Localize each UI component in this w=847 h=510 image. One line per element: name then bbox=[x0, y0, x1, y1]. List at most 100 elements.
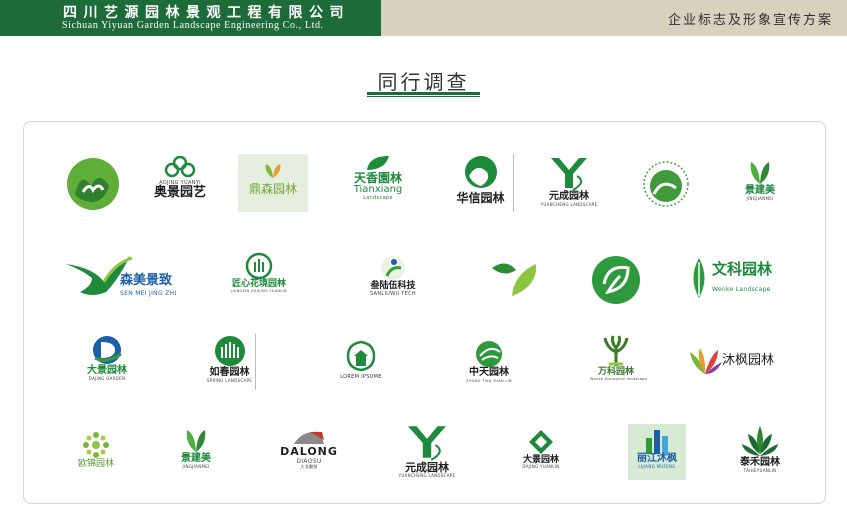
jingjianmei-2-en: JINGJIANMEI bbox=[182, 463, 210, 469]
rujing-name: 如春园林 bbox=[209, 367, 250, 378]
taihe-en: TAIHEYUANLIN bbox=[743, 467, 777, 473]
yuancheng-y-icon bbox=[551, 158, 587, 191]
logo-mufeng: 沐枫园林 bbox=[688, 344, 778, 384]
company-name-cn: 四川艺源园林景观工程有限公司 bbox=[63, 5, 350, 21]
company-name-en: Sichuan Yiyuan Garden Landscape Engineer… bbox=[62, 20, 324, 31]
jiangxin-circle-icon bbox=[245, 252, 273, 280]
logo-lijiang: 丽江沐枫 LIJIANG MUFENG bbox=[628, 424, 686, 480]
yuancheng-2-y-icon bbox=[408, 426, 446, 461]
wenke-en: Wenke Landscape bbox=[712, 286, 771, 293]
taihe-lotus-icon bbox=[742, 426, 778, 456]
yuancheng-en: YUANCHENG LANDSCAPE bbox=[540, 201, 598, 207]
logo-g-leaf bbox=[590, 254, 642, 306]
logo-yuancheng: 元成园林 YUANCHENG LANDSCAPE bbox=[534, 154, 604, 212]
logo-senmei: 森美景致 SEN MEI JING ZHI bbox=[64, 252, 194, 304]
rujing-emblem-icon bbox=[214, 336, 245, 366]
tianxiang-leaf-icon bbox=[367, 156, 389, 170]
logo-yuancheng-2: 元成园林 YUANCHENG LANDSCAPE bbox=[392, 422, 462, 482]
wanke-en: Wanke Ecological landscape bbox=[590, 377, 648, 382]
swirl-m-mark-icon bbox=[67, 158, 119, 210]
sanluwu-name: 叁陆伍科技 bbox=[370, 281, 416, 291]
jiangxin-en: JIANGXIN HUAJING YUANLIN bbox=[231, 289, 287, 294]
logo-taihe: 泰禾园林 TAIHEYUANLIN bbox=[734, 424, 786, 480]
jingjianmei-name: 景建美 bbox=[745, 185, 775, 196]
huaxin-name: 华信园林 bbox=[456, 191, 505, 205]
dajing-en: DAJING GARDEN bbox=[88, 375, 126, 381]
lorem-house-tree-icon bbox=[346, 340, 376, 372]
logo-swirl-m bbox=[65, 156, 121, 212]
mufeng-name: 沐枫园林 bbox=[722, 353, 775, 368]
jingjianmei-en: JINGJIANMEI bbox=[746, 195, 774, 201]
dajing-name: 大景园林 bbox=[87, 365, 127, 376]
lijiang-buildings-icon bbox=[646, 430, 668, 454]
dalong-name: DALONG bbox=[280, 445, 338, 458]
lorem-name: LOREM IPSUME bbox=[340, 374, 382, 380]
aojing-name: 奥景园艺 bbox=[153, 185, 206, 200]
tianxiang-en2: Landscape bbox=[363, 195, 393, 202]
yuancheng-name: 元成园林 bbox=[549, 191, 589, 202]
senmei-en: SEN MEI JING ZHI bbox=[120, 290, 177, 297]
oujin-name: 欧锦园林 bbox=[77, 459, 114, 469]
huaxin-globe-icon bbox=[464, 156, 497, 188]
logo-tianxiang: 天香園林 Tianxiang Landscape bbox=[342, 154, 414, 212]
jingjianmei-2-leaf-icon bbox=[186, 430, 206, 452]
wanke-tree-icon bbox=[603, 335, 629, 366]
section-title: 同行调查 bbox=[377, 70, 470, 94]
title-underline-thin bbox=[367, 96, 480, 97]
logo-leaf-pair bbox=[486, 256, 542, 302]
logo-huaxin: 华信园林 bbox=[448, 154, 514, 212]
title-underline bbox=[367, 92, 480, 95]
logo-dajing: 大景园林 DAJING GARDEN bbox=[76, 334, 138, 390]
zhongtian-name: 中天园林 bbox=[469, 367, 509, 378]
dajing-2-diamond-icon bbox=[529, 430, 553, 454]
tianxiang-en: Tianxiang bbox=[353, 183, 403, 195]
logo-dajing-2: 大景园林 DAJING YUANLIN bbox=[516, 428, 566, 476]
logo-jiangxin: 匠心花境园林 JIANGXIN HUAJING YUANLIN bbox=[228, 252, 290, 304]
dingsen-leaf-icon bbox=[265, 164, 281, 178]
logo-jingjianmei-2: 景建美 JINGJIANMEI bbox=[174, 426, 218, 476]
yuancheng-2-name: 元成园林 bbox=[405, 461, 449, 474]
wenke-name: 文科园林 bbox=[712, 260, 773, 278]
taihe-name: 泰禾园林 bbox=[740, 457, 780, 468]
logo-ring-tree bbox=[640, 158, 692, 210]
logo-wanke: 万科园林 Wanke Ecological landscape bbox=[590, 334, 648, 390]
dalong-small: 大龙雕塑 bbox=[300, 463, 318, 469]
sanluwu-en: SANLIUWU TECH bbox=[370, 291, 416, 298]
logo-dalong: DALONG DIAOSU 大龙雕塑 bbox=[276, 428, 342, 478]
logo-zhongtian: 中天园林 ZHONG TIAN YUAN LIN bbox=[462, 340, 516, 388]
logo-dingsen: 鼎森园林 bbox=[238, 154, 308, 212]
zhongtian-leaf-icon bbox=[476, 341, 502, 367]
mufeng-maple-icon bbox=[690, 348, 722, 374]
logo-jingjianmei: 景建美 JINGJIANMEI bbox=[738, 158, 782, 208]
logo-oujin: 欧锦园林 bbox=[72, 430, 120, 474]
oujin-dots-icon bbox=[83, 432, 109, 458]
sanluwu-sprout-icon bbox=[381, 256, 405, 280]
logo-rujing: 如春园林 SPRING LANDSCAPE bbox=[204, 334, 256, 390]
dajing-2-en: DAJING YUANLIN bbox=[522, 464, 560, 470]
header-company-banner: 四川艺源园林景观工程有限公司 Sichuan Yiyuan Garden Lan… bbox=[0, 0, 381, 36]
dajing-d-icon bbox=[93, 336, 122, 364]
logo-lorem: LOREM IPSUME bbox=[334, 338, 388, 386]
g-leaf-icon bbox=[592, 256, 640, 304]
jingjianmei-leaf-icon bbox=[750, 162, 770, 184]
zhongtian-en: ZHONG TIAN YUAN LIN bbox=[466, 378, 512, 383]
dingsen-name: 鼎森园林 bbox=[248, 182, 297, 196]
logo-aojing: AOJING YUANYI 奥景园艺 bbox=[151, 154, 209, 212]
rujing-en: SPRING LANDSCAPE bbox=[206, 377, 253, 383]
ring-tree-icon bbox=[643, 161, 689, 207]
header-doc-banner: 企业标志及形象宣传方案 bbox=[381, 0, 847, 36]
leaf-pair-icon bbox=[492, 263, 537, 296]
senmei-name: 森美景致 bbox=[120, 273, 173, 288]
document-title: 企业标志及形象宣传方案 bbox=[667, 13, 833, 28]
dalong-arch-icon bbox=[294, 431, 324, 444]
jingjianmei-2-name: 景建美 bbox=[181, 453, 211, 464]
wenke-leaf-icon bbox=[693, 258, 705, 298]
yuancheng-2-en: YUANCHENG LANDSCAPE bbox=[398, 472, 456, 478]
logo-sanluwu: 叁陆伍科技 SANLIUWU TECH bbox=[362, 254, 424, 304]
tianxiang-name: 天香園林 bbox=[353, 171, 402, 185]
lijiang-name: 丽江沐枫 bbox=[637, 453, 677, 464]
aojing-flower-icon bbox=[164, 155, 196, 178]
lijiang-en: LIJIANG MUFENG bbox=[638, 463, 676, 469]
jiangxin-name: 匠心花境园林 bbox=[231, 279, 286, 289]
logo-wenke: 文科园林 Wenke Landscape bbox=[688, 256, 774, 304]
